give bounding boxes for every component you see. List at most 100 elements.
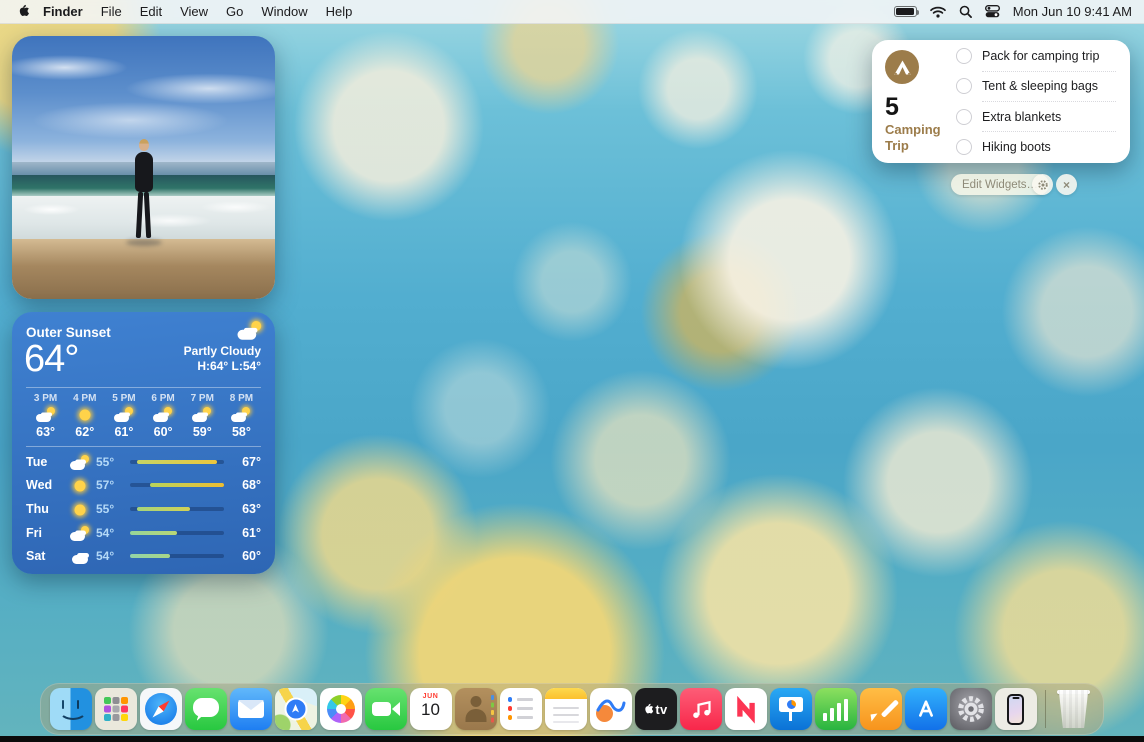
menu-bar: Finder File Edit View Go Window Help [0, 0, 1144, 24]
battery-icon[interactable] [894, 6, 917, 17]
menu-file[interactable]: File [92, 4, 131, 19]
photos-widget[interactable] [12, 36, 275, 299]
menu-view[interactable]: View [171, 4, 217, 19]
reminder-item[interactable]: Hiking boots [956, 139, 1116, 155]
widget-gallery-button[interactable] [1032, 174, 1053, 195]
dock-item-mail[interactable] [230, 688, 272, 730]
daily-row: Fri 54° 61° [26, 521, 261, 545]
menu-bar-left: Finder File Edit View Go Window Help [12, 4, 361, 19]
weather-widget[interactable]: Outer Sunset 64° Partly Cloudy H:64° L:5… [12, 312, 275, 574]
wifi-icon[interactable] [930, 6, 946, 18]
contact-tabs-icon [491, 695, 494, 700]
dock-item-pages[interactable] [860, 688, 902, 730]
music-note-icon [689, 697, 713, 721]
hourly-icon [74, 407, 96, 423]
iphone-icon [1007, 694, 1024, 725]
dock-item-facetime[interactable] [365, 688, 407, 730]
menu-help[interactable]: Help [317, 4, 362, 19]
calendar-month-label: JUN [410, 693, 452, 700]
menu-edit[interactable]: Edit [131, 4, 171, 19]
daily-icon [69, 478, 91, 494]
hourly-icon [35, 407, 57, 423]
reminders-list-name: Camping Trip [885, 122, 952, 153]
temperature-range-bar [130, 507, 224, 511]
reminder-checkbox[interactable] [956, 48, 972, 64]
dock-item-calendar[interactable]: JUN 10 [410, 688, 452, 730]
trash-basket-icon [1057, 690, 1090, 728]
dock-item-reminders[interactable] [500, 688, 542, 730]
dock-item-messages[interactable] [185, 688, 227, 730]
dock-item-contacts[interactable] [455, 688, 497, 730]
apple-menu[interactable] [12, 4, 34, 19]
hourly-slot: 4 PM 62° [65, 393, 104, 439]
hourly-icon [230, 407, 252, 423]
daily-icon [69, 455, 91, 471]
weather-condition-icon [236, 321, 264, 341]
apple-icon [17, 4, 30, 19]
weather-header: Outer Sunset 64° Partly Cloudy H:64° L:5… [26, 323, 261, 386]
close-icon: × [1063, 178, 1070, 192]
dock-item-numbers[interactable] [815, 688, 857, 730]
dock-item-news[interactable] [725, 688, 767, 730]
reminder-item[interactable]: Tent & sleeping bags [956, 78, 1116, 94]
dock-item-apple-tv[interactable]: tv [635, 688, 677, 730]
keynote-chart-icon [787, 700, 796, 709]
dock-item-launchpad[interactable] [95, 688, 137, 730]
weather-divider [26, 446, 261, 447]
reminder-separator [982, 131, 1116, 132]
dock-item-freeform[interactable] [590, 688, 632, 730]
reminders-summary: 5 Camping Trip [872, 40, 952, 163]
dock-item-trash[interactable] [1057, 690, 1090, 728]
apple-icon [643, 703, 654, 716]
daily-row: Tue 55° 67° [26, 450, 261, 474]
menu-bar-clock[interactable]: Mon Jun 10 9:41 AM [1013, 4, 1132, 19]
daily-row: Wed 57° 68° [26, 474, 261, 498]
dock-item-photos[interactable] [320, 688, 362, 730]
weather-daily-forecast: Tue 55° 67° Wed 57° 68° Thu 55° 63° Fri … [26, 448, 261, 568]
reminders-widget[interactable]: 5 Camping Trip Pack for camping trip Ten… [872, 40, 1130, 163]
dock-item-system-settings[interactable] [950, 688, 992, 730]
reminder-separator [982, 101, 1116, 102]
freeform-squiggle-icon [596, 697, 626, 715]
temperature-range-bar [130, 483, 224, 487]
photo-person [126, 139, 162, 246]
dock-item-safari[interactable] [140, 688, 182, 730]
dock-item-iphone-mirroring[interactable] [995, 688, 1037, 730]
navigation-arrow-icon [290, 704, 301, 715]
reminder-checkbox[interactable] [956, 109, 972, 125]
temperature-range-bar [130, 460, 224, 464]
weather-high-low: H:64° L:54° [184, 359, 261, 373]
reminder-checkbox[interactable] [956, 139, 972, 155]
reminder-separator [982, 71, 1116, 72]
bottom-letterbox [0, 736, 1144, 742]
spotlight-search-icon[interactable] [959, 5, 972, 18]
weather-condition: Partly Cloudy [184, 344, 261, 358]
reminder-item[interactable]: Extra blankets [956, 109, 1116, 125]
daily-icon [69, 502, 91, 518]
menu-go[interactable]: Go [217, 4, 252, 19]
hourly-icon [113, 407, 135, 423]
hourly-icon [191, 407, 213, 423]
temperature-range-bar [130, 554, 224, 558]
news-n-icon [730, 693, 762, 725]
daily-icon [69, 526, 91, 542]
menu-window[interactable]: Window [252, 4, 316, 19]
dock-divider [1045, 690, 1046, 728]
reminder-item[interactable]: Pack for camping trip [956, 48, 1116, 64]
dock-item-notes[interactable] [545, 688, 587, 730]
dock-item-finder[interactable] [50, 688, 92, 730]
app-store-a-icon [909, 692, 943, 726]
dock-item-maps[interactable] [275, 688, 317, 730]
dock-item-music[interactable] [680, 688, 722, 730]
dock-item-keynote[interactable] [770, 688, 812, 730]
widget-gallery-gear-icon [1037, 179, 1049, 191]
photo-sand [12, 239, 275, 299]
reminder-checkbox[interactable] [956, 78, 972, 94]
hourly-slot: 7 PM 59° [183, 393, 222, 439]
control-center-icon[interactable] [985, 5, 1000, 18]
temperature-range-bar [130, 531, 224, 535]
daily-row: Thu 55° 63° [26, 497, 261, 521]
dock-item-app-store[interactable] [905, 688, 947, 730]
close-widget-editing-button[interactable]: × [1056, 174, 1077, 195]
menu-finder[interactable]: Finder [34, 4, 92, 19]
